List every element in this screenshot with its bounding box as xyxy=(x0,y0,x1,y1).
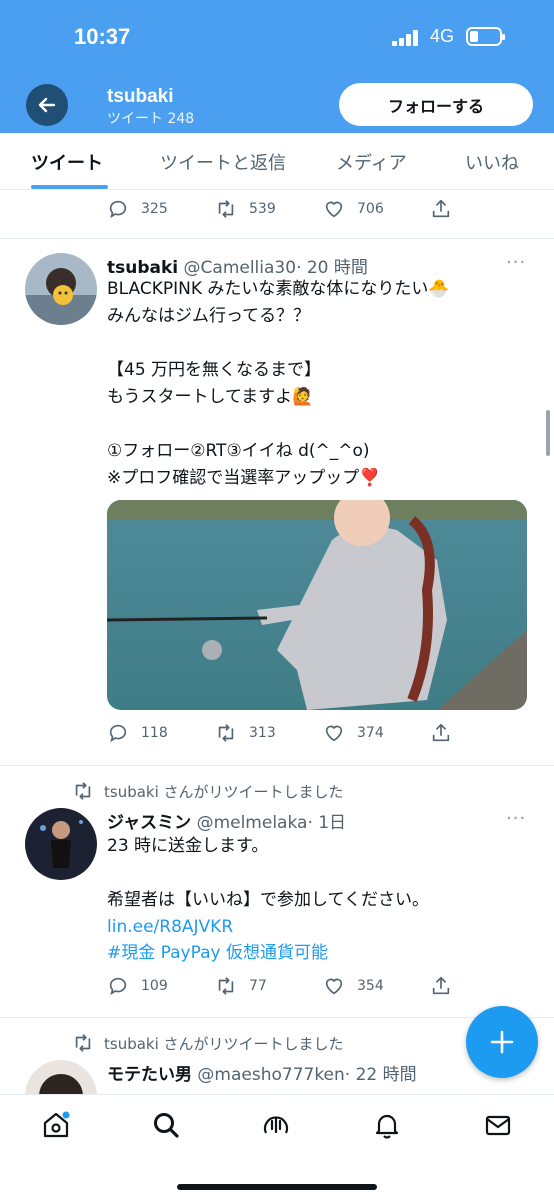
tab-media[interactable]: メディア xyxy=(336,149,407,175)
home-icon[interactable] xyxy=(40,1109,72,1141)
retweet-button[interactable]: 539 xyxy=(215,198,276,220)
reply-icon xyxy=(109,724,127,743)
status-time: 10:37 xyxy=(74,24,131,49)
like-count: 374 xyxy=(357,725,384,741)
tweet-time: · 22 時間 xyxy=(344,1065,417,1085)
profile-tabs: ツイート ツイートと返信 メディア いいね xyxy=(0,133,554,190)
retweet-count: 313 xyxy=(249,725,276,741)
like-count: 706 xyxy=(357,201,384,217)
more-options-button[interactable]: ··· xyxy=(506,808,526,829)
tweet-image[interactable] xyxy=(107,500,527,710)
handle: @maesho777ken xyxy=(197,1065,345,1085)
handle: @Camellia30 xyxy=(183,258,297,278)
notifications-icon[interactable] xyxy=(371,1109,403,1141)
retweeted-by-text: tsubaki さんがリツイートしました xyxy=(104,1034,344,1053)
tab-tweets[interactable]: ツイート xyxy=(31,149,103,175)
reply-icon xyxy=(109,200,127,219)
retweet-icon xyxy=(75,782,91,800)
messages-icon[interactable] xyxy=(482,1109,514,1141)
retweet-icon xyxy=(218,977,234,995)
heart-icon xyxy=(325,978,343,995)
profile-name: tsubaki xyxy=(107,86,174,107)
reply-icon xyxy=(109,977,127,996)
avatar[interactable] xyxy=(25,808,97,880)
retweet-icon xyxy=(75,1034,91,1052)
tweet-count: ツイート 248 xyxy=(107,111,195,127)
profile-header: 10:37 4G tsubaki ツイート 248 フォローする xyxy=(0,0,554,133)
reply-count: 109 xyxy=(141,978,168,994)
tweet-time: · 20 時間 xyxy=(296,258,368,278)
like-button[interactable]: 354 xyxy=(323,975,384,997)
cellular-signal-icon xyxy=(392,30,420,46)
display-name: tsubaki xyxy=(107,258,179,278)
retweet-icon xyxy=(218,200,234,218)
divider xyxy=(0,1017,554,1018)
divider xyxy=(0,765,554,766)
retweeted-by: tsubaki さんがリツイートしました xyxy=(72,1032,344,1054)
avatar[interactable] xyxy=(25,253,97,325)
reply-count: 118 xyxy=(141,725,168,741)
share-button[interactable] xyxy=(430,975,452,997)
avatar-photo xyxy=(25,253,97,325)
tweet-author[interactable]: tsubaki @Camellia30· 20 時間 xyxy=(107,253,368,278)
retweet-count: 539 xyxy=(249,201,276,217)
like-button[interactable]: 706 xyxy=(323,198,384,220)
tweet-actions: 109 77 354 xyxy=(0,975,554,999)
share-icon xyxy=(432,723,450,742)
display-name: モテたい男 xyxy=(107,1065,192,1085)
search-icon[interactable] xyxy=(150,1109,182,1141)
more-options-button[interactable]: ··· xyxy=(506,252,526,273)
scrollbar[interactable] xyxy=(546,410,550,456)
retweet-button[interactable]: 313 xyxy=(215,722,276,744)
heart-icon xyxy=(325,201,343,218)
fishing-photo xyxy=(107,500,527,710)
reply-button[interactable]: 118 xyxy=(107,722,168,744)
like-count: 354 xyxy=(357,978,384,994)
divider xyxy=(0,238,554,239)
plus-icon xyxy=(490,1030,514,1054)
like-button[interactable]: 374 xyxy=(323,722,384,744)
reply-button[interactable]: 109 xyxy=(107,975,168,997)
retweet-count: 77 xyxy=(249,978,267,994)
tweet-time: · 1日 xyxy=(307,813,347,833)
share-icon xyxy=(432,976,450,995)
prev-tweet-actions: 325 539 706 xyxy=(0,198,554,222)
retweet-button[interactable]: 77 xyxy=(215,975,267,997)
spaces-icon[interactable] xyxy=(260,1109,292,1141)
reply-button[interactable]: 325 xyxy=(107,198,168,220)
avatar-photo xyxy=(25,808,97,880)
retweeted-by: tsubaki さんがリツイートしました xyxy=(72,780,344,802)
share-icon xyxy=(432,199,450,218)
home-indicator xyxy=(177,1184,377,1190)
tab-tweets-replies[interactable]: ツイートと返信 xyxy=(160,149,286,175)
tweet-author[interactable]: ジャスミン @melmelaka· 1日 xyxy=(107,808,346,833)
display-name: ジャスミン xyxy=(107,813,192,833)
handle: @melmelaka xyxy=(196,813,308,833)
heart-icon xyxy=(325,725,343,742)
arrow-left-icon xyxy=(38,97,56,113)
retweeted-by-text: tsubaki さんがリツイートしました xyxy=(104,782,344,801)
tweet-text: 23 時に送金します。 希望者は【いいね】で参加してください。 xyxy=(107,836,429,910)
active-tab-indicator xyxy=(31,185,108,189)
follow-button[interactable]: フォローする xyxy=(339,83,533,126)
network-type: 4G xyxy=(430,26,455,46)
share-button[interactable] xyxy=(430,722,452,744)
battery-icon xyxy=(466,27,505,46)
tweet-text: BLACKPINK みたいな素敵な体になりたい🐣 みんなはジム行ってる？？ 【4… xyxy=(107,279,450,488)
tweet-author[interactable]: モテたい男 @maesho777ken· 22 時間 xyxy=(107,1060,417,1085)
reply-count: 325 xyxy=(141,201,168,217)
tab-likes[interactable]: いいね xyxy=(465,149,519,175)
back-button[interactable] xyxy=(26,84,68,126)
tweet-link[interactable]: lin.ee/R8AJVKR xyxy=(107,914,233,941)
tweet-hashtag[interactable]: #現金 PayPay 仮想通貨可能 xyxy=(107,940,328,967)
tweet-actions: 118 313 374 xyxy=(0,722,554,746)
share-button[interactable] xyxy=(430,198,452,220)
retweet-icon xyxy=(218,724,234,742)
compose-tweet-button[interactable] xyxy=(466,1006,538,1078)
